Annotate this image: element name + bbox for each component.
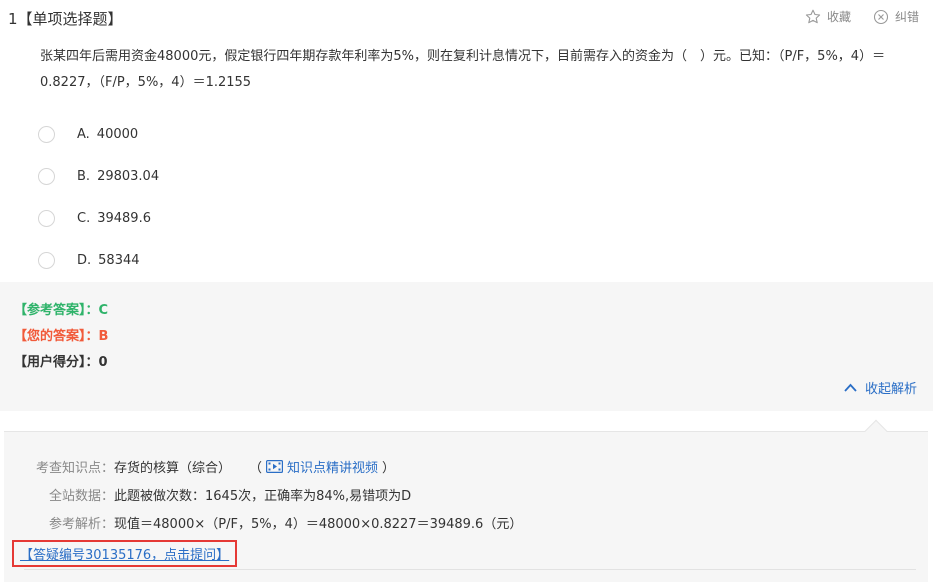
option-d[interactable]: D. 58344: [38, 239, 159, 281]
radio-a[interactable]: [38, 125, 55, 143]
site-stats-row: 全站数据： 此题被做次数：1645次，正确率为84%,易错项为D: [4, 485, 411, 504]
explanation-value: 现值＝48000×（P/F，5%，4）＝48000×0.8227＝39489.6…: [114, 517, 523, 532]
knowledge-point-row: 考查知识点： 存货的核算（综合） （ 知识点精讲视频 ）: [4, 457, 395, 476]
chevron-up-icon: [844, 383, 857, 392]
analysis-panel: 考查知识点： 存货的核算（综合） （ 知识点精讲视频 ） 全站数据： 此题被做次…: [4, 419, 928, 582]
your-answer: 【您的答案】：B: [14, 325, 108, 344]
option-text: 58344: [98, 252, 140, 268]
report-error-button[interactable]: 纠错: [873, 8, 919, 25]
reference-answer-label: 【参考答案】：: [14, 303, 99, 318]
question-header: 1【单项选择题】: [8, 8, 123, 29]
explanation-label: 参考解析：: [48, 517, 114, 532]
radio-d[interactable]: [38, 251, 55, 269]
explanation-row: 参考解析： 现值＝48000×（P/F，5%，4）＝48000×0.8227＝3…: [4, 513, 522, 532]
knowledge-point-label: 考查知识点：: [35, 461, 114, 476]
user-score-label: 【用户得分】：: [14, 355, 99, 370]
radio-c[interactable]: [38, 209, 55, 227]
video-link[interactable]: （ 知识点精讲视频 ）: [249, 457, 395, 476]
collapse-analysis-button[interactable]: 收起解析: [844, 378, 917, 397]
close-circle-icon: [873, 9, 889, 24]
question-number: 1: [8, 10, 18, 28]
option-letter: D.: [77, 252, 92, 268]
radio-b[interactable]: [38, 167, 55, 185]
reference-answer-value: C: [98, 303, 109, 318]
your-answer-label: 【您的答案】：: [14, 329, 99, 344]
option-text: 29803.04: [97, 168, 160, 184]
site-stats-label: 全站数据：: [48, 489, 114, 504]
option-letter: C.: [77, 210, 91, 226]
ask-question-link[interactable]: 【答疑编号30135176，点击提问】: [12, 540, 238, 567]
knowledge-point-value: 存货的核算（综合）: [114, 461, 232, 476]
question-stem: 张某四年后需用资金48000元，假定银行四年期存款年利率为5%，则在复利计息情况…: [40, 49, 886, 90]
your-answer-value: B: [98, 329, 109, 344]
report-label: 纠错: [894, 10, 919, 24]
favorite-label: 收藏: [826, 10, 851, 24]
option-a[interactable]: A. 40000: [38, 113, 159, 155]
option-letter: A.: [77, 126, 90, 142]
panel-pointer: [864, 419, 888, 443]
video-link-label: 知识点精讲视频: [287, 461, 379, 476]
divider: [24, 569, 916, 570]
option-text: 39489.6: [97, 210, 151, 226]
site-stats-value: 此题被做次数：1645次，正确率为84%,易错项为D: [114, 489, 412, 504]
question-actions: 收藏 纠错: [805, 8, 919, 25]
user-score-value: 0: [98, 355, 108, 370]
option-list: A. 40000 B. 29803.04 C. 39489.6 D. 58344: [38, 113, 159, 281]
option-c[interactable]: C. 39489.6: [38, 197, 159, 239]
user-score: 【用户得分】：0: [14, 351, 108, 370]
video-icon: [266, 460, 284, 473]
question-type: 【单项选择题】: [17, 10, 123, 28]
video-paren-open: （: [249, 461, 263, 476]
favorite-button[interactable]: 收藏: [805, 8, 851, 25]
option-letter: B.: [77, 168, 91, 184]
option-b[interactable]: B. 29803.04: [38, 155, 159, 197]
option-text: 40000: [96, 126, 139, 142]
collapse-analysis-label: 收起解析: [864, 382, 917, 397]
star-icon: [805, 9, 821, 23]
video-paren-close: ）: [382, 461, 396, 476]
reference-answer: 【参考答案】：C: [14, 299, 108, 318]
answer-panel: 【参考答案】：C 【您的答案】：B 【用户得分】：0 收起解析: [0, 282, 933, 411]
